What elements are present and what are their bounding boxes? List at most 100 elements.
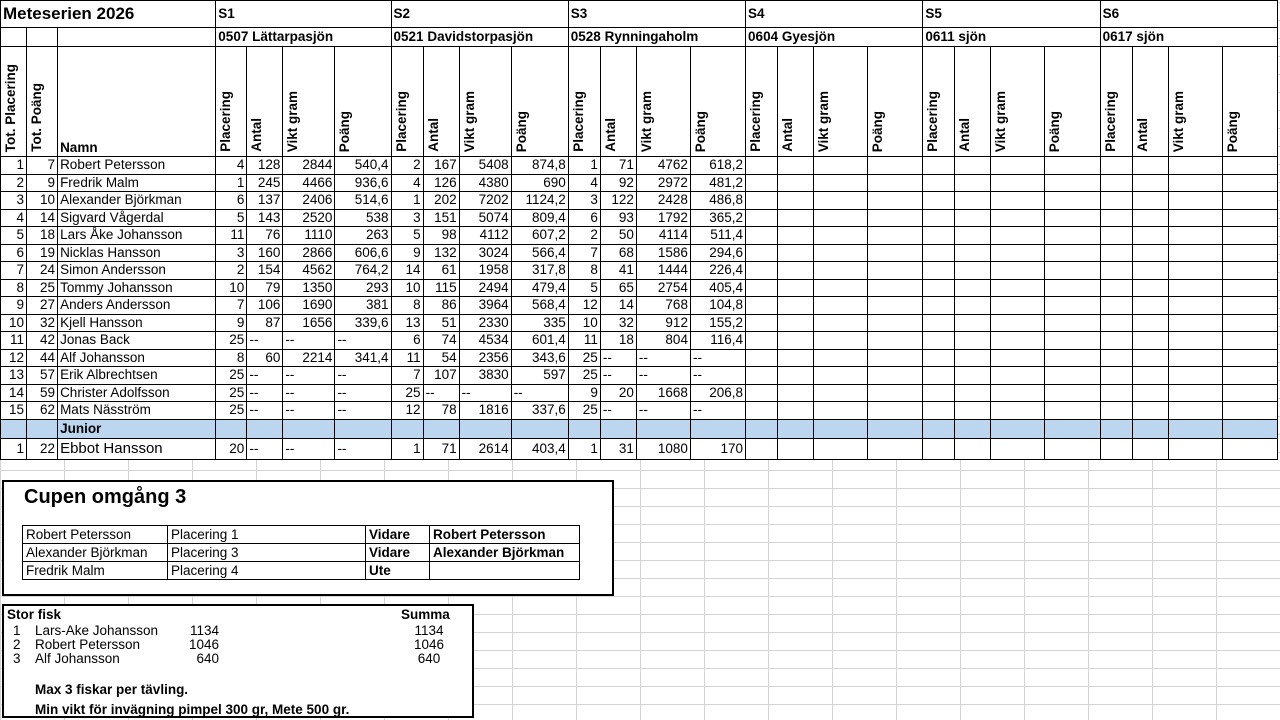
empty-cell	[1044, 401, 1101, 420]
table-cell: 4114	[635, 226, 691, 245]
empty-cell	[922, 348, 956, 367]
stage-code: S6	[1099, 0, 1279, 28]
table-cell: 11	[567, 331, 601, 350]
table-cell: --	[635, 366, 691, 385]
table-cell: --	[334, 331, 392, 350]
empty-cell	[777, 313, 815, 332]
table-cell: 14	[0, 383, 28, 402]
header-vikt-label: Vikt gram	[285, 90, 301, 152]
stage-venue: 0507 Lättarpasjön	[215, 27, 392, 47]
empty-cell	[745, 437, 779, 460]
empty-cell	[1044, 243, 1101, 262]
header-placering-label: Placering	[218, 91, 234, 152]
empty-cell	[777, 191, 815, 210]
empty-cell	[954, 331, 992, 350]
empty-cell	[1044, 208, 1101, 227]
header-tot-placering: Tot. Placering	[0, 46, 28, 157]
table-cell: 206,8	[689, 383, 747, 402]
empty-cell	[954, 383, 992, 402]
table-cell: 3	[390, 208, 424, 227]
cup-section: Cupen omgång 3 Robert Petersson Placering…	[2, 480, 614, 596]
empty-cell	[922, 313, 956, 332]
table-cell: 5	[567, 278, 601, 297]
table-cell: 8	[0, 278, 28, 297]
table-cell: 514,6	[334, 191, 392, 210]
empty-cell	[954, 261, 992, 280]
header-poang: Poäng	[689, 46, 747, 157]
cup-table: Robert Petersson Placering 1 Vidare Robert …	[22, 525, 580, 580]
big-fish-section: Stor fisk Summa 1 Lars-Ake Johansson 1134 1…	[2, 604, 474, 718]
table-cell: 874,8	[510, 156, 569, 175]
table-cell: --	[689, 348, 747, 367]
table-row: 5 18 Lars Åke Johansson 11 76 1110 263 5 98 4112 6…	[0, 226, 1279, 245]
table-cell: 7202	[458, 191, 512, 210]
table-cell: 2428	[635, 191, 691, 210]
empty-cell	[1131, 313, 1169, 332]
table-cell: 1	[0, 437, 28, 460]
table-cell: 511,4	[689, 226, 747, 245]
empty-cell	[922, 366, 956, 385]
cup-row: Fredrik Malm Placering 4 Ute	[22, 561, 580, 580]
empty-cell	[922, 296, 956, 315]
table-cell: 160	[246, 243, 284, 262]
table-cell: 15	[0, 401, 28, 420]
big-fish-rank: 3	[13, 651, 21, 666]
empty-cell	[954, 191, 992, 210]
table-cell: 12	[390, 401, 424, 420]
table-cell: 7	[390, 366, 424, 385]
table-cell: 486,8	[689, 191, 747, 210]
header-poang-label: Poäng	[870, 110, 886, 152]
empty-cell	[777, 366, 815, 385]
table-cell: 7	[567, 243, 601, 262]
empty-cell	[1167, 401, 1223, 420]
header-placering: Placering	[922, 46, 956, 157]
empty-cell	[1221, 278, 1279, 297]
table-cell: 3	[215, 243, 248, 262]
empty-cell	[1099, 278, 1133, 297]
empty-cell	[1221, 331, 1279, 350]
table-cell: 116,4	[689, 331, 747, 350]
table-cell: 936,6	[334, 173, 392, 192]
stage-code: S5	[922, 0, 1101, 28]
empty-cell	[954, 243, 992, 262]
empty-cell	[990, 366, 1046, 385]
table-cell: 106	[246, 296, 284, 315]
stage-venue: 0611 sjön	[922, 27, 1101, 47]
empty-cell	[1167, 261, 1223, 280]
empty-cell	[1044, 313, 1101, 332]
blank-cell	[215, 418, 248, 439]
stage-code: S4	[745, 0, 924, 28]
header-placering: Placering	[745, 46, 779, 157]
cup-status: Vidare	[365, 525, 430, 544]
blank-cell	[954, 418, 992, 439]
table-cell: 294,6	[689, 243, 747, 262]
empty-cell	[1099, 437, 1133, 460]
table-cell: 4380	[458, 173, 512, 192]
empty-cell	[867, 261, 924, 280]
table-cell: 71	[422, 437, 460, 460]
table-cell: 5	[215, 208, 248, 227]
participant-name: Anders Andersson	[57, 296, 217, 315]
empty-cell	[1044, 173, 1101, 192]
empty-cell	[1044, 278, 1101, 297]
table-cell: 606,6	[334, 243, 392, 262]
empty-cell	[1167, 278, 1223, 297]
blank-cell	[1099, 418, 1133, 439]
table-cell: 1350	[282, 278, 336, 297]
stage-code: S3	[567, 0, 747, 28]
table-cell: 41	[599, 261, 637, 280]
empty-cell	[745, 348, 779, 367]
empty-cell	[1221, 261, 1279, 280]
empty-cell	[954, 173, 992, 192]
empty-cell	[990, 208, 1046, 227]
table-cell: 809,4	[510, 208, 569, 227]
empty-cell	[813, 296, 869, 315]
cup-row: Alexander Björkman Placering 3 Vidare Alexa…	[22, 543, 580, 562]
header-tot-placering-label: Tot. Placering	[3, 63, 18, 152]
table-cell: 25	[567, 348, 601, 367]
empty-cell	[990, 313, 1046, 332]
table-cell: 2614	[458, 437, 512, 460]
empty-cell	[777, 296, 815, 315]
table-cell: 98	[422, 226, 460, 245]
table-cell: --	[635, 401, 691, 420]
